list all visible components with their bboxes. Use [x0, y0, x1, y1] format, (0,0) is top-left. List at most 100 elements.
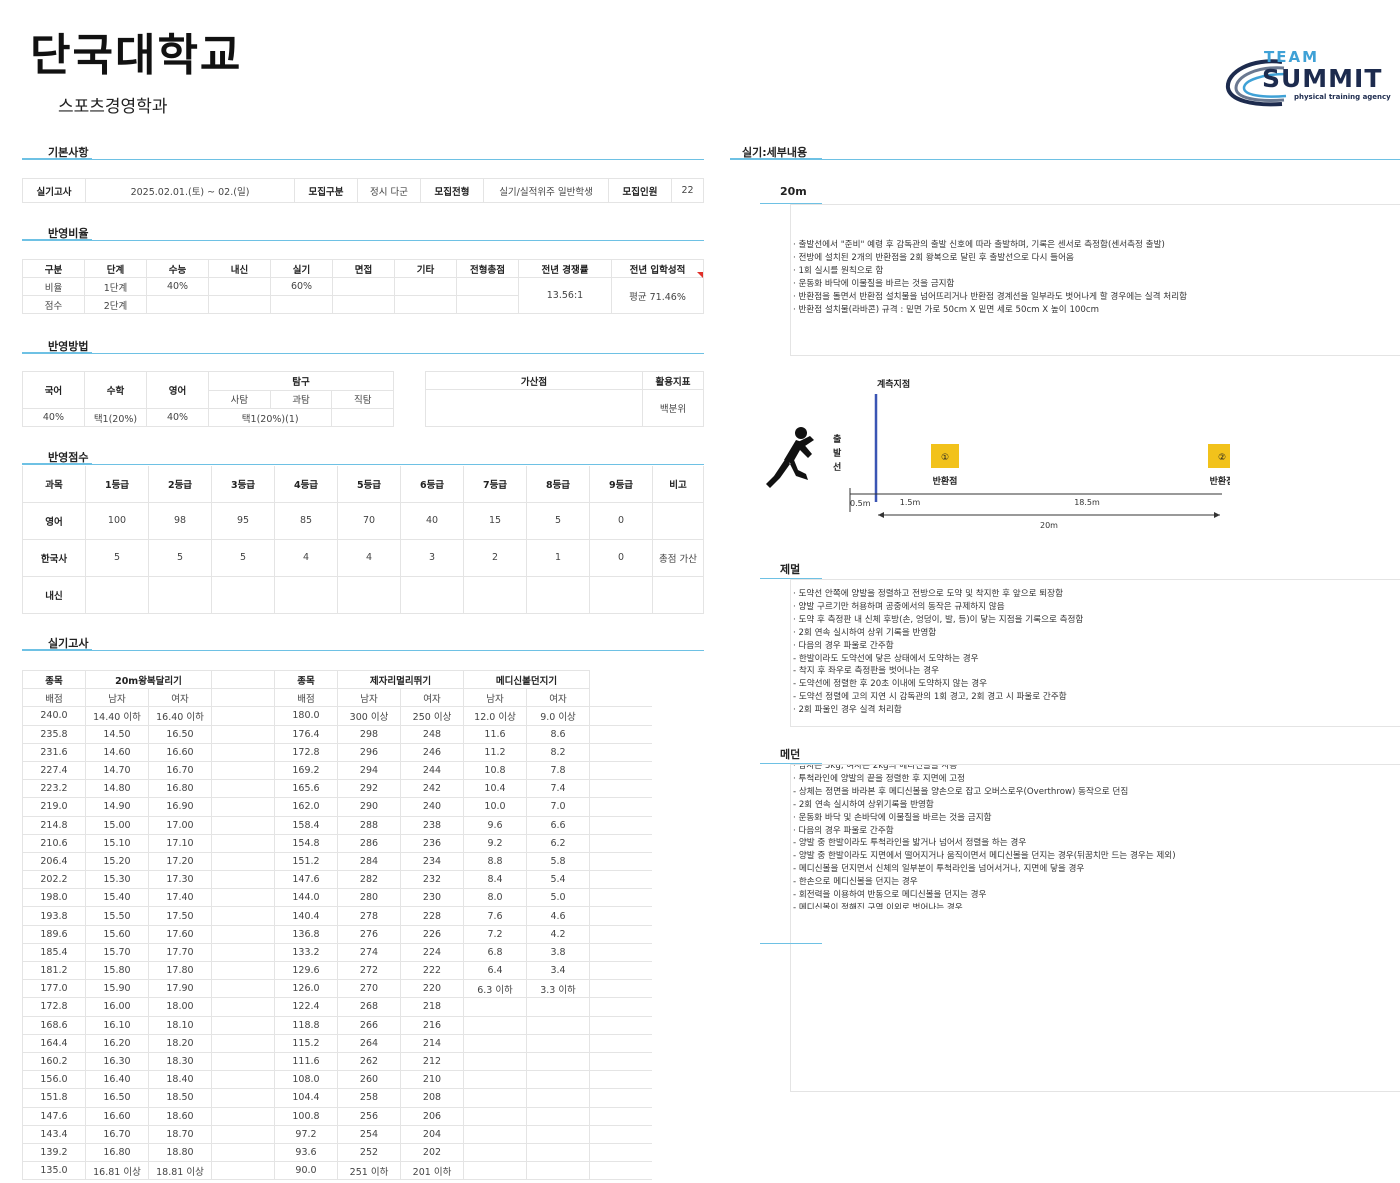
practical-cell: 14.90	[85, 797, 149, 817]
practical-cell: 6.3 이하	[463, 979, 527, 999]
practical-spacer	[589, 670, 652, 689]
practical-cell	[526, 1015, 590, 1035]
practical-cell: 164.4	[22, 1033, 86, 1053]
ratio-cell	[456, 277, 519, 296]
practical-cell: 16.40	[85, 1070, 149, 1090]
practical-cell	[463, 1051, 527, 1072]
run-notes-box: · 출발선에서 "준비" 예령 후 감독관의 출발 신호에 따라 출발하며, 기…	[790, 204, 1400, 356]
practical-cell: 15.20	[85, 851, 149, 872]
practical-cell: 248	[400, 724, 464, 744]
medicine-notes-box: · 남자는 3kg, 여자는 2kg의 메디신볼을 사용 · 투척라인에 양발의 …	[790, 764, 1400, 1092]
scores-cell: 5	[526, 501, 590, 540]
practical-cell: 122.4	[274, 997, 338, 1017]
note-line: - 2회 연속 실시하여 상위기록을 반영함	[793, 799, 934, 810]
practical-empty-cell	[211, 1106, 275, 1126]
practical-spacer	[652, 1107, 704, 1125]
method-value-empty	[331, 408, 394, 427]
bonus-header: 가산점	[425, 371, 643, 390]
table-row: 198.0 15.40 17.40 144.0 280 230 8.0 5.0	[22, 888, 704, 908]
practical-cell: 238	[400, 815, 464, 835]
bonus-table: 가산점 활용지표 백분위	[425, 371, 704, 427]
ratio-cell	[456, 295, 519, 314]
ratio-header: 전년 입학성적	[611, 259, 704, 278]
scores-header: 5등급	[337, 466, 401, 503]
practical-spacer	[652, 925, 704, 943]
scores-cell: 0	[589, 501, 653, 540]
practical-cell: 17.50	[148, 906, 212, 926]
note-line: · 운동화 바닥 및 손바닥에 이물질을 바르는 것을 금지함	[793, 812, 992, 823]
ratio-cell: 2단계	[84, 295, 147, 314]
practical-cell: 16.30	[85, 1051, 149, 1072]
ratio-cell: 1단계	[84, 277, 147, 296]
note-line: · 다음의 경우 파울로 간주함	[793, 640, 894, 651]
empty-section-underline	[760, 943, 822, 944]
practical-cell: 236	[400, 833, 464, 853]
ratio-cell: 40%	[146, 277, 209, 296]
note-line: · 양발 구르기만 허용하며 공중에서의 동작은 규제하지 않음	[793, 601, 1005, 612]
practical-cell: 15.30	[85, 870, 149, 890]
practical-spacer	[652, 1089, 704, 1107]
practical-cell: 254	[337, 1124, 401, 1144]
table-row: 227.4 14.70 16.70 169.2 294 244 10.8 7.8	[22, 760, 704, 781]
ratio-header: 전형총점	[456, 259, 519, 278]
practical-cell: 6.2	[526, 833, 590, 853]
practical-cell: 296	[337, 742, 401, 762]
practical-sub: 남자	[463, 688, 527, 708]
scores-header: 1등급	[85, 466, 149, 503]
scores-cell	[526, 575, 590, 614]
practical-cell: 111.6	[274, 1051, 338, 1072]
practical-spacer	[589, 979, 652, 999]
note-line: · 남자는 3kg, 여자는 2kg의 메디신볼을 사용	[793, 765, 958, 771]
practical-cell: 240	[400, 797, 464, 817]
practical-cell: 135.0	[22, 1161, 86, 1181]
jump-notes-box: · 도약선 안쪽에 양발을 정렬하고 전방으로 도약 및 착지한 후 앞으로 퇴…	[790, 579, 1400, 727]
practical-cell: 162.0	[274, 797, 338, 817]
table-row: 168.6 16.10 18.10 118.8 266 216	[22, 1015, 704, 1035]
practical-empty-cell	[211, 888, 275, 908]
practical-cell: 4.6	[526, 906, 590, 926]
ratio-cell	[332, 295, 395, 314]
distance-18-5: 18.5m	[1074, 498, 1100, 507]
practical-empty-cell	[211, 870, 275, 890]
note-line: · 도약선 안쪽에 양발을 정렬하고 전방으로 도약 및 착지한 후 앞으로 퇴…	[793, 589, 1063, 599]
scores-header: 6등급	[400, 466, 464, 503]
practical-cell: 12.0 이상	[463, 706, 527, 726]
practical-cell: 9.6	[463, 815, 527, 835]
count-label: 모집인원	[608, 178, 672, 203]
practical-cell: 280	[337, 888, 401, 908]
practical-sub: 배점	[274, 688, 338, 708]
note-line: - 메디신볼을 던지면서 신체의 일부분이 투척라인을 넘어서거나, 지면에 닿…	[793, 864, 1085, 875]
practical-cell: 16.81 이상	[85, 1161, 149, 1181]
practical-spacer	[589, 1088, 652, 1108]
table-row: 181.2 15.80 17.80 129.6 272 222 6.4 3.4	[22, 960, 704, 981]
practical-empty-cell	[211, 833, 275, 853]
practical-cell: 16.70	[148, 760, 212, 781]
method-value-math: 택1(20%)	[83, 408, 148, 427]
practical-spacer	[652, 998, 704, 1016]
practical-cell: 129.6	[274, 960, 338, 981]
practical-cell: 17.20	[148, 851, 212, 872]
practical-cell: 214.8	[22, 815, 86, 835]
practical-cell: 244	[400, 760, 464, 781]
practical-empty-cell	[211, 706, 275, 726]
practical-cell: 158.4	[274, 815, 338, 835]
practical-spacer	[652, 1052, 704, 1070]
practical-cell: 210.6	[22, 833, 86, 853]
practical-cell: 240.0	[22, 706, 86, 726]
practical-sub: 남자	[337, 688, 401, 708]
distance-0-5: 0.5m	[850, 499, 871, 508]
practical-cell: 180.0	[274, 706, 338, 726]
practical-cell: 156.0	[22, 1070, 86, 1090]
practical-cell: 97.2	[274, 1124, 338, 1144]
note-line: · 전방에 설치된 2개의 반환점을 2회 왕복으로 달린 후 출발선으로 다시…	[793, 252, 1074, 263]
practical-spacer	[652, 816, 704, 834]
scores-cell	[211, 575, 275, 614]
practical-cell: 223.2	[22, 779, 86, 799]
practical-cell: 15.50	[85, 906, 149, 926]
scores-table: 과목 1등급 2등급 3등급 4등급 5등급 6등급 7등급 8등급 9등급 비…	[22, 466, 704, 614]
method-header-math: 수학	[83, 371, 148, 409]
practical-cell: 214	[400, 1033, 464, 1053]
practical-cell: 274	[337, 942, 401, 963]
note-line: - 한발이라도 도약선에 닿은 상태에서 도약하는 경우	[793, 653, 979, 664]
table-row: 영어 100 98 95 85 70 40 15 5 0	[22, 501, 704, 540]
